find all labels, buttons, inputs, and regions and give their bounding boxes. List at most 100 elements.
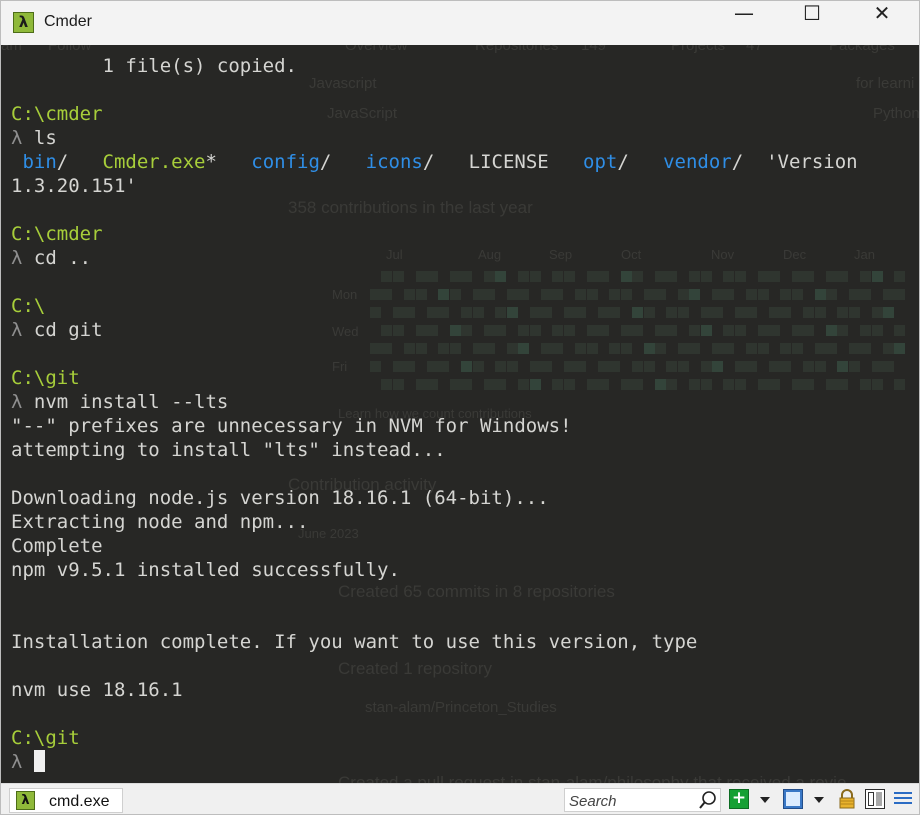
- terminal-text: "--" prefixes are unnecessary in NVM for…: [11, 415, 572, 437]
- terminal-text: /: [617, 151, 664, 173]
- terminal-text: C:\cmder: [11, 223, 103, 245]
- console-tab[interactable]: λ cmd.exe: [9, 788, 123, 813]
- ghost-header-text: Repositories: [475, 45, 559, 54]
- minimize-button[interactable]: —: [721, 1, 767, 45]
- terminal-text: *: [205, 151, 252, 173]
- terminal-line: attempting to install "lts" instead...: [11, 438, 911, 462]
- terminal-text: config: [251, 151, 320, 173]
- terminal-text: Downloading node.js version 18.16.1 (64-…: [11, 487, 549, 509]
- panel-view-icon[interactable]: [783, 789, 803, 809]
- terminal-text: Extracting node and npm...: [11, 511, 309, 533]
- window-title: Cmder: [44, 13, 93, 30]
- terminal-line: C:\git: [11, 726, 911, 750]
- ghost-header-text: Projects: [671, 45, 726, 54]
- terminal-line: λ: [11, 750, 911, 774]
- terminal-line: Downloading node.js version 18.16.1 (64-…: [11, 486, 911, 510]
- terminal-text: LICENSE: [468, 151, 584, 173]
- terminal-line: λ ls: [11, 126, 911, 150]
- terminal-text: / 'Version: [731, 151, 858, 173]
- terminal-line: Extracting node and npm...: [11, 510, 911, 534]
- terminal-text: nvm use 18.16.1: [11, 679, 183, 701]
- terminal-text: Installation complete. If you want to us…: [11, 631, 698, 653]
- ghost-activity-item: Created a pull request in stan-alam/phil…: [338, 773, 847, 783]
- cmder-window: λ Cmder — ☐ ✕ am Follow Overview Reposit…: [0, 0, 920, 815]
- terminal-line: λ cd ..: [11, 246, 911, 270]
- panel-dropdown-icon[interactable]: [814, 797, 824, 803]
- terminal-text: cd git: [33, 319, 103, 341]
- terminal-text: bin: [11, 151, 57, 173]
- terminal-line: C:\git: [11, 366, 911, 390]
- terminal-text: /: [56, 151, 103, 173]
- search-icon[interactable]: [698, 790, 718, 810]
- terminal-text: C:\: [11, 295, 46, 317]
- text-cursor: [33, 750, 45, 772]
- prompt-symbol: λ: [11, 751, 34, 773]
- terminal-line: Installation complete. If you want to us…: [11, 630, 911, 654]
- cmder-lambda-icon: λ: [13, 12, 34, 33]
- terminal-text: Complete: [11, 535, 103, 557]
- new-console-plus-icon[interactable]: +: [729, 789, 749, 809]
- terminal-line: λ cd git: [11, 318, 911, 342]
- cmder-lambda-icon: λ: [16, 791, 35, 810]
- terminal-text: /: [319, 151, 366, 173]
- terminal-text: /: [422, 151, 469, 173]
- terminal-text: npm v9.5.1 installed successfully.: [11, 559, 400, 581]
- search-input[interactable]: [567, 790, 697, 812]
- terminal-text: nvm install --lts: [33, 391, 229, 413]
- lock-icon[interactable]: [837, 789, 857, 809]
- terminal-text: C:\cmder: [11, 103, 103, 125]
- ghost-header-text: am: [1, 45, 22, 54]
- prompt-symbol: λ: [11, 391, 34, 413]
- terminal-line: C:\cmder: [11, 102, 911, 126]
- terminal-text: 1.3.20.151': [11, 175, 137, 197]
- terminal-text: C:\git: [11, 367, 80, 389]
- terminal-text: ls: [33, 127, 57, 149]
- terminal-text: vendor: [663, 151, 732, 173]
- split-view-icon[interactable]: [865, 789, 885, 809]
- ghost-header-text: Follow: [48, 45, 92, 54]
- terminal-line: "--" prefixes are unnecessary in NVM for…: [11, 414, 911, 438]
- search-box[interactable]: [564, 788, 721, 812]
- ghost-header-text: Packages: [829, 45, 895, 54]
- prompt-symbol: λ: [11, 247, 34, 269]
- terminal-line: 1.3.20.151': [11, 174, 911, 198]
- terminal-text: C:\git: [11, 727, 80, 749]
- maximize-button[interactable]: ☐: [789, 1, 835, 45]
- tab-label: cmd.exe: [49, 793, 110, 810]
- terminal-line: C:\cmder: [11, 222, 911, 246]
- terminal-line: λ nvm install --lts: [11, 390, 911, 414]
- terminal-line: Complete: [11, 534, 911, 558]
- terminal-line: npm v9.5.1 installed successfully.: [11, 558, 911, 582]
- terminal-text: opt: [583, 151, 618, 173]
- terminal-console[interactable]: am Follow Overview Repositories 149 Proj…: [1, 45, 919, 783]
- terminal-line: 1 file(s) copied.: [11, 54, 911, 78]
- menu-icon[interactable]: [893, 789, 913, 809]
- ghost-header-text: Overview: [345, 45, 408, 54]
- prompt-symbol: λ: [11, 319, 34, 341]
- ghost-header-text: 47: [746, 45, 763, 54]
- terminal-text: icons: [365, 151, 423, 173]
- terminal-text: Cmder.exe: [102, 151, 206, 173]
- title-bar[interactable]: λ Cmder — ☐ ✕: [1, 1, 919, 45]
- terminal-line: nvm use 18.16.1: [11, 678, 911, 702]
- status-bar: λ cmd.exe +: [1, 783, 919, 814]
- terminal-text: 1 file(s) copied.: [11, 55, 297, 77]
- close-button[interactable]: ✕: [859, 1, 905, 45]
- new-console-dropdown-icon[interactable]: [760, 797, 770, 803]
- terminal-text: cd ..: [33, 247, 92, 269]
- prompt-symbol: λ: [11, 127, 34, 149]
- terminal-line: bin/ Cmder.exe* config/ icons/ LICENSE o…: [11, 150, 911, 174]
- terminal-text: attempting to install "lts" instead...: [11, 439, 446, 461]
- terminal-line: C:\: [11, 294, 911, 318]
- ghost-header-text: 149: [581, 45, 607, 54]
- terminal-output[interactable]: 1 file(s) copied. C:\cmder λ ls bin/ Cmder…: [11, 54, 911, 774]
